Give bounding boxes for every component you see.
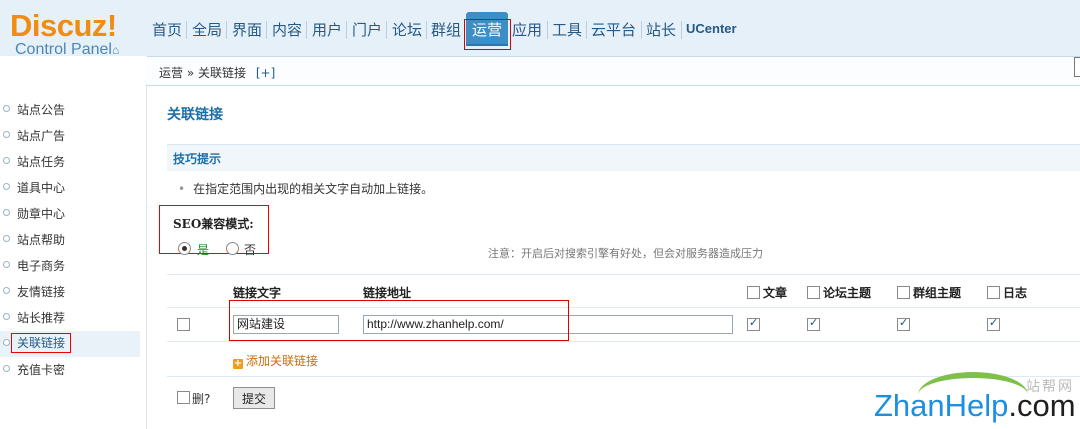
nav-ucenter[interactable]: UCenter xyxy=(686,21,737,36)
home-icon: ⌂ xyxy=(111,43,120,57)
bullet-icon xyxy=(3,105,10,112)
seo-yes-radio[interactable] xyxy=(178,242,191,255)
sidebar-item-props[interactable]: 道具中心 xyxy=(0,175,140,201)
tips-header: 技巧提示 xyxy=(167,144,1080,171)
seo-no-label: 否 xyxy=(244,243,257,257)
sidebar-item-friendlinks[interactable]: 友情链接 xyxy=(0,279,140,305)
sidebar-item-ecommerce[interactable]: 电子商务 xyxy=(0,253,140,279)
row-delete-checkbox[interactable] xyxy=(177,318,190,331)
plus-icon: + xyxy=(233,358,243,369)
col-article: 文章 xyxy=(763,286,788,300)
frame-edge xyxy=(1074,57,1080,77)
sidebar-item-ads[interactable]: 站点广告 xyxy=(0,123,140,149)
seo-yes-label: 是 xyxy=(197,243,210,257)
bullet-icon xyxy=(3,209,10,216)
header: Discuz! Control Panel⌂ 首页 全局 界面 内容 用户 门户… xyxy=(0,0,1080,58)
nav-users[interactable]: 用户 xyxy=(312,19,342,40)
row-blog-checkbox[interactable] xyxy=(987,316,1000,331)
divider xyxy=(167,274,1080,275)
sidebar-item-help[interactable]: 站点帮助 xyxy=(0,227,140,253)
blog-all-checkbox[interactable] xyxy=(987,286,1000,299)
submit-button[interactable]: 提交 xyxy=(233,387,275,409)
bullet-icon xyxy=(3,157,10,164)
breadcrumb-separator: » xyxy=(186,66,195,80)
delete-label: 删? xyxy=(192,392,211,406)
page-title: 关联链接 xyxy=(167,107,223,123)
article-all-checkbox[interactable] xyxy=(747,286,760,299)
row-highlight-box xyxy=(229,300,569,341)
breadcrumb-page: 关联链接 xyxy=(198,66,247,80)
nav-portal[interactable]: 门户 xyxy=(352,19,382,40)
bullet-icon xyxy=(3,261,10,268)
bullet-icon xyxy=(3,287,10,294)
bullet-icon xyxy=(3,339,10,346)
sidebar: 站点公告 站点广告 站点任务 道具中心 勋章中心 站点帮助 电子商务 友情链接 … xyxy=(0,84,147,429)
seo-no-radio[interactable] xyxy=(226,242,239,255)
bullet-icon xyxy=(3,313,10,320)
col-link-text: 链接文字 xyxy=(233,286,282,300)
tip-text: • 在指定范围内出现的相关文字自动加上链接。 xyxy=(178,182,434,196)
bullet-icon xyxy=(3,235,10,242)
nav-global[interactable]: 全局 xyxy=(192,19,222,40)
seo-mode-label: SEO兼容模式: xyxy=(173,217,254,231)
tip-bullet-icon: • xyxy=(178,182,186,196)
add-related-link[interactable]: + 添加关联链接 xyxy=(233,352,318,369)
sidebar-item-announcements[interactable]: 站点公告 xyxy=(0,97,140,123)
group-all-checkbox[interactable] xyxy=(897,286,910,299)
bullet-icon xyxy=(3,131,10,138)
nav-home[interactable]: 首页 xyxy=(152,19,182,40)
nav-content[interactable]: 内容 xyxy=(272,19,302,40)
nav-webmaster[interactable]: 站长 xyxy=(646,19,676,40)
nav-interface[interactable]: 界面 xyxy=(232,19,262,40)
row-group-checkbox[interactable] xyxy=(897,316,910,331)
nav-cloud[interactable]: 云平台 xyxy=(591,19,636,40)
watermark-brand: ZhanHelp.com xyxy=(874,388,1076,423)
breadcrumb-section[interactable]: 运营 xyxy=(159,66,183,80)
row-forum-checkbox[interactable] xyxy=(807,316,820,331)
divider xyxy=(167,341,1080,342)
col-blog: 日志 xyxy=(1003,286,1028,300)
logo[interactable]: Discuz! Control Panel⌂ xyxy=(10,10,119,58)
nav-apps[interactable]: 应用 xyxy=(512,19,542,40)
logo-subtitle: Control Panel xyxy=(15,41,112,58)
bullet-icon xyxy=(3,183,10,190)
sidebar-item-cardpass[interactable]: 充值卡密 xyxy=(0,357,140,383)
bullet-icon xyxy=(3,365,10,372)
breadcrumb-bar: 运营 » 关联链接 [+] xyxy=(147,56,1080,86)
forum-all-checkbox[interactable] xyxy=(807,286,820,299)
nav-forum[interactable]: 论坛 xyxy=(392,19,422,40)
nav-group[interactable]: 群组 xyxy=(431,19,461,40)
col-link-url: 链接地址 xyxy=(363,286,412,300)
row-article-checkbox[interactable] xyxy=(747,316,760,331)
sidebar-item-tasks[interactable]: 站点任务 xyxy=(0,149,140,175)
nav-highlight-box xyxy=(464,19,511,50)
sidebar-item-medals[interactable]: 勋章中心 xyxy=(0,201,140,227)
nav-tools[interactable]: 工具 xyxy=(552,19,582,40)
sidebar-item-relatedlinks[interactable]: 关联链接 xyxy=(0,331,140,357)
tips-title: 技巧提示 xyxy=(173,152,222,166)
col-group-thread: 群组主题 xyxy=(913,286,962,300)
sidebar-item-recommend[interactable]: 站长推荐 xyxy=(0,305,140,331)
logo-title: Discuz! xyxy=(10,8,117,43)
breadcrumb: 运营 » 关联链接 [+] xyxy=(159,64,275,81)
add-shortcut-link[interactable]: [+] xyxy=(256,66,275,80)
col-forum-thread: 论坛主题 xyxy=(823,286,872,300)
delete-all-checkbox[interactable] xyxy=(177,391,190,404)
seo-note: 注意：开启后对搜索引擎有好处，但会对服务器造成压力 xyxy=(488,247,763,260)
